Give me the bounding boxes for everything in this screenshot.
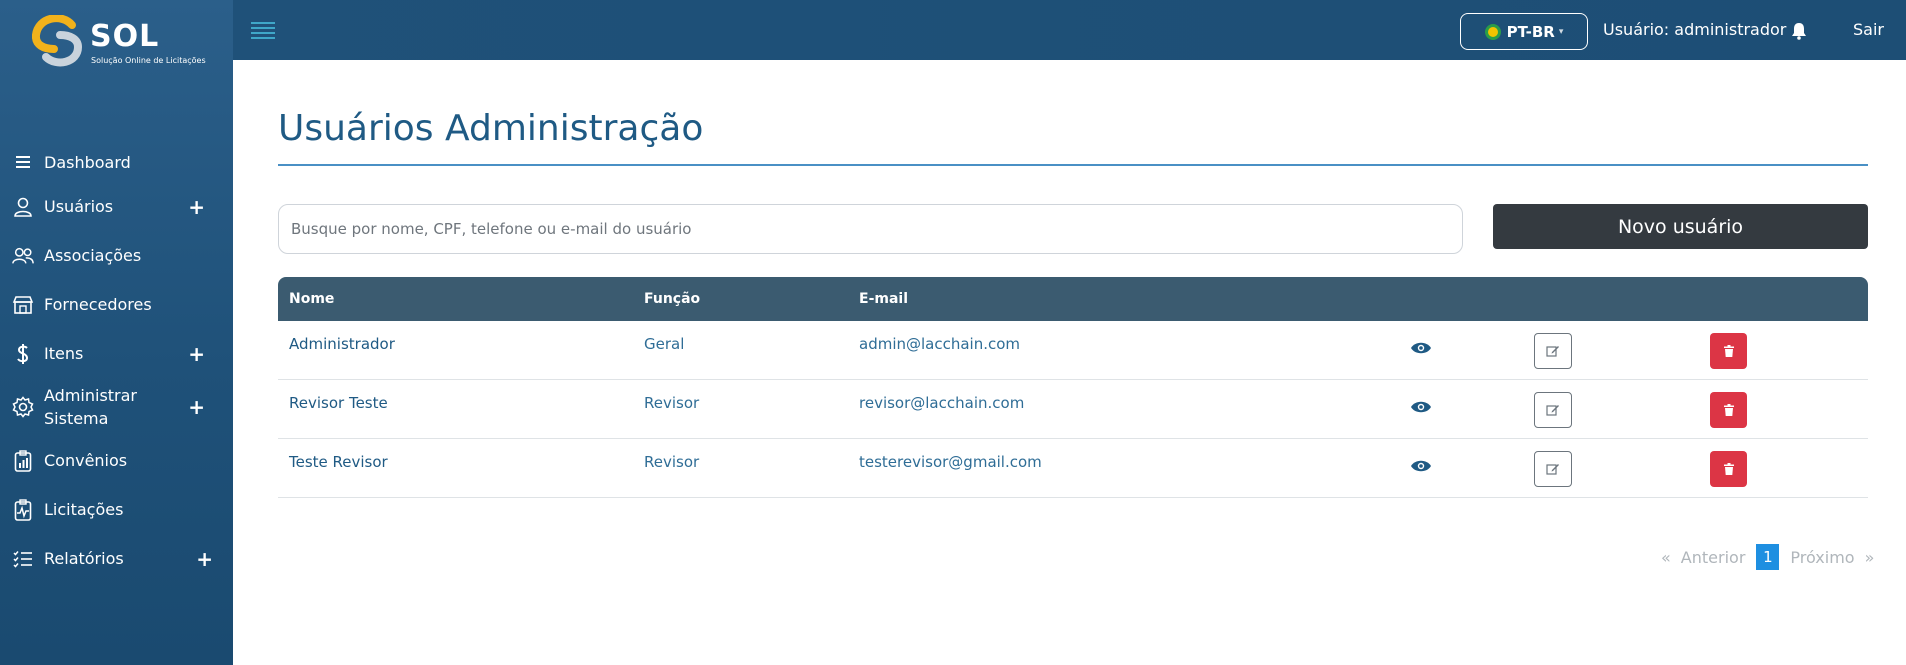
- user-email: admin@lacchain.com: [859, 335, 1021, 353]
- store-icon: [12, 294, 34, 316]
- sidebar-item-convenios[interactable]: Convênios: [0, 436, 233, 485]
- sidebar-item-dashboard[interactable]: Dashboard: [0, 142, 233, 182]
- topbar: PT-BR ▾ Usuário: administrador Sair: [233, 0, 1906, 60]
- brazil-flag-icon: [1484, 23, 1501, 40]
- user-role: Revisor: [644, 453, 700, 471]
- logo-title: SOL: [90, 19, 160, 54]
- sidebar-nav: Dashboard Usuários + Associações Fornece…: [0, 142, 233, 583]
- eye-icon[interactable]: [1410, 341, 1432, 355]
- user-name: Revisor Teste: [289, 394, 388, 412]
- expand-icon[interactable]: +: [188, 397, 205, 417]
- pagination-prev-symbol[interactable]: «: [1661, 548, 1671, 567]
- user-email: testerevisor@gmail.com: [859, 453, 1042, 471]
- sidebar-item-fornecedores[interactable]: Fornecedores: [0, 280, 233, 329]
- title-divider: [278, 164, 1868, 166]
- eye-icon[interactable]: [1410, 400, 1432, 414]
- sidebar-item-administrar-sistema[interactable]: Administrar Sistema +: [0, 378, 233, 436]
- gear-icon: [12, 396, 34, 418]
- current-user-label: Usuário: administrador: [1603, 20, 1787, 39]
- menu-lines-icon: [12, 151, 34, 173]
- new-user-button[interactable]: Novo usuário: [1493, 204, 1868, 249]
- sol-logo-icon: [32, 15, 83, 67]
- user-name: Administrador: [289, 335, 395, 353]
- hamburger-menu-icon[interactable]: [251, 22, 275, 39]
- sidebar-item-licitacoes[interactable]: Licitações: [0, 485, 233, 534]
- edit-button[interactable]: [1534, 392, 1572, 428]
- user-name: Teste Revisor: [289, 453, 388, 471]
- clipboard-chart-icon: [12, 449, 34, 472]
- column-header-name: Nome: [289, 291, 335, 307]
- pagination-next-symbol[interactable]: »: [1865, 548, 1875, 567]
- edit-icon: [1546, 346, 1559, 357]
- chevron-down-icon: ▾: [1558, 26, 1564, 37]
- sidebar-item-relatorios[interactable]: Relatórios +: [0, 534, 233, 583]
- delete-button[interactable]: [1710, 392, 1747, 428]
- logout-link[interactable]: Sair: [1853, 20, 1884, 39]
- sidebar-item-label: Dashboard: [44, 152, 131, 172]
- trash-icon: [1723, 345, 1734, 357]
- table-header: Nome Função E-mail: [278, 277, 1868, 321]
- expand-icon[interactable]: +: [196, 549, 213, 569]
- user-email: revisor@lacchain.com: [859, 394, 1025, 412]
- search-input[interactable]: [278, 204, 1463, 254]
- user-role: Geral: [644, 335, 685, 353]
- page-title: Usuários Administração: [278, 108, 704, 149]
- dollar-icon: [12, 343, 34, 365]
- sidebar-item-usuarios[interactable]: Usuários +: [0, 182, 233, 231]
- pagination-current-page[interactable]: 1: [1756, 544, 1780, 570]
- users-table: Nome Função E-mail Administrador Geral a…: [278, 277, 1868, 498]
- app-root: SOL Solução Online de Licitações Dashboa…: [0, 0, 1906, 665]
- edit-icon: [1546, 405, 1559, 416]
- expand-icon[interactable]: +: [188, 344, 205, 364]
- language-label: PT-BR: [1506, 22, 1555, 41]
- edit-icon: [1546, 464, 1559, 475]
- sidebar-item-label: Administrar Sistema: [44, 386, 138, 428]
- pagination-prev[interactable]: Anterior: [1681, 548, 1746, 567]
- sidebar-item-label: Relatórios: [44, 549, 124, 568]
- users-group-icon: [12, 245, 34, 267]
- table-row: Revisor Teste Revisor revisor@lacchain.c…: [278, 380, 1868, 439]
- user-icon: [12, 196, 34, 218]
- sidebar-item-label: Usuários: [44, 197, 114, 216]
- sidebar: SOL Solução Online de Licitações Dashboa…: [0, 0, 233, 665]
- sidebar-item-label: Fornecedores: [44, 295, 152, 314]
- logo-subtitle: Solução Online de Licitações: [91, 56, 206, 65]
- table-row: Teste Revisor Revisor testerevisor@gmail…: [278, 439, 1868, 498]
- edit-button[interactable]: [1534, 451, 1572, 487]
- column-header-role: Função: [644, 291, 701, 307]
- sidebar-item-label: Licitações: [44, 500, 124, 519]
- table-row: Administrador Geral admin@lacchain.com: [278, 321, 1868, 380]
- logo[interactable]: SOL Solução Online de Licitações: [32, 15, 206, 73]
- column-header-email: E-mail: [859, 291, 909, 307]
- delete-button[interactable]: [1710, 451, 1747, 487]
- edit-button[interactable]: [1534, 333, 1572, 369]
- trash-icon: [1723, 463, 1734, 475]
- eye-icon[interactable]: [1410, 459, 1432, 473]
- sidebar-item-associacoes[interactable]: Associações: [0, 231, 233, 280]
- bell-icon[interactable]: [1791, 22, 1807, 40]
- pagination: « Anterior 1 Próximo »: [1656, 544, 1879, 570]
- delete-button[interactable]: [1710, 333, 1747, 369]
- pagination-next[interactable]: Próximo: [1790, 548, 1854, 567]
- sidebar-item-itens[interactable]: Itens +: [0, 329, 233, 378]
- checklist-icon: [12, 548, 34, 570]
- expand-icon[interactable]: +: [188, 197, 205, 217]
- language-selector[interactable]: PT-BR ▾: [1460, 13, 1588, 50]
- sidebar-item-label: Associações: [44, 246, 142, 265]
- clipboard-pulse-icon: [12, 498, 34, 521]
- sidebar-item-label: Convênios: [44, 451, 128, 470]
- trash-icon: [1723, 404, 1734, 416]
- sidebar-item-label: Itens: [44, 344, 84, 363]
- user-role: Revisor: [644, 394, 700, 412]
